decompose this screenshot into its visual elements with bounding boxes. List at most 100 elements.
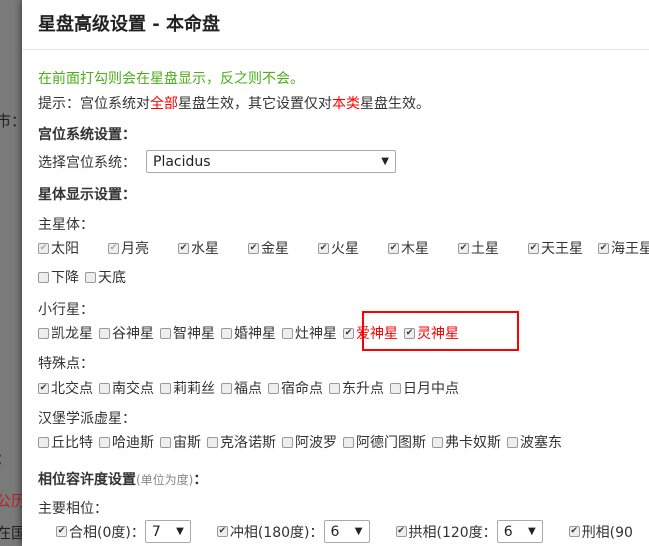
checkbox-icon[interactable]: ✔ — [388, 242, 399, 254]
checkbox-icon[interactable]: ✔ — [528, 242, 539, 254]
bg-text: 在国 — [0, 524, 24, 542]
checkbox-label: 宿命点 — [281, 381, 323, 397]
checkbox-北交点[interactable]: ✔ 北交点 — [38, 378, 93, 398]
dropdown-arrow-icon: ▼ — [381, 156, 389, 167]
checkbox-icon[interactable] — [282, 327, 293, 339]
checkbox-label: 北交点 — [51, 381, 93, 397]
checkbox-label: 谷神星 — [112, 326, 154, 342]
checkbox-icon[interactable]: ✔ — [38, 382, 49, 394]
checkbox-icon[interactable]: ✔ — [108, 242, 119, 254]
checkbox-icon[interactable] — [99, 382, 110, 394]
checkbox-icon[interactable] — [343, 436, 354, 448]
checkbox-icon[interactable] — [160, 382, 171, 394]
highlight-box — [362, 311, 519, 351]
checkbox-下降[interactable]: 下降 — [38, 267, 79, 287]
aspect-heading: 相位容许度设置(单位为度)： — [38, 472, 208, 488]
checkbox-label: 天底 — [98, 270, 126, 286]
checkbox-icon[interactable]: ✔ — [248, 242, 259, 254]
checkbox-label: 弗卡奴斯 — [445, 435, 501, 451]
checkbox-东升点[interactable]: 东升点 — [329, 378, 384, 398]
checkbox-哈迪斯[interactable]: 哈迪斯 — [99, 432, 154, 452]
checkbox-label: 莉莉丝 — [173, 381, 215, 397]
tip-text: 提示：宫位系统对全部星盘生效，其它设置仅对本类星盘生效。 — [38, 96, 430, 112]
bg-text: 公历 — [0, 492, 24, 510]
checkbox-谷神星[interactable]: 谷神星 — [99, 323, 154, 343]
checkbox-阿德门图斯[interactable]: 阿德门图斯 — [343, 432, 426, 452]
checkbox-火星[interactable]: ✔ 火星 — [318, 238, 388, 258]
checkbox-南交点[interactable]: 南交点 — [99, 378, 154, 398]
checkbox-icon[interactable] — [329, 382, 340, 394]
orb-select[interactable]: 6 ▼ — [496, 520, 543, 543]
checkbox-label: 水星 — [191, 241, 219, 257]
checkbox-icon[interactable] — [507, 436, 518, 448]
checkbox-icon[interactable]: ✔ — [216, 526, 228, 537]
checkbox-凯龙星[interactable]: 凯龙星 — [38, 323, 93, 343]
checkbox-icon[interactable]: ✔ — [395, 526, 407, 537]
checkbox-icon[interactable]: ✔ — [568, 526, 580, 537]
checkbox-icon[interactable] — [432, 436, 443, 448]
checkbox-波塞东[interactable]: 波塞东 — [507, 432, 562, 452]
house-heading: 宫位系统设置： — [38, 127, 136, 143]
checkbox-icon[interactable] — [99, 327, 110, 339]
checkbox-月亮[interactable]: ✔ 月亮 — [108, 238, 178, 258]
checkbox-福点[interactable]: 福点 — [221, 378, 262, 398]
checkbox-天底[interactable]: 天底 — [85, 267, 126, 287]
checkbox-icon[interactable] — [221, 382, 232, 394]
checkbox-弗卡奴斯[interactable]: 弗卡奴斯 — [432, 432, 501, 452]
checkbox-天王星[interactable]: ✔ 天王星 — [528, 238, 598, 258]
checkbox-icon[interactable] — [38, 327, 49, 339]
checkbox-海王星[interactable]: ✔ 海王星 — [598, 238, 649, 258]
checkbox-莉莉丝[interactable]: 莉莉丝 — [160, 378, 215, 398]
checkbox-智神星[interactable]: 智神星 — [160, 323, 215, 343]
checkbox-icon[interactable]: ✔ — [318, 242, 329, 254]
checkbox-icon[interactable]: ✔ — [178, 242, 189, 254]
checkbox-label: 阿波罗 — [295, 435, 337, 451]
checkbox-label: 婚神星 — [234, 326, 276, 342]
checkbox-克洛诺斯[interactable]: 克洛诺斯 — [207, 432, 276, 452]
checkbox-日月中点[interactable]: 日月中点 — [390, 378, 459, 398]
checkbox-icon[interactable]: ✔ — [38, 242, 49, 254]
checkbox-icon[interactable] — [221, 327, 232, 339]
checkbox-宿命点[interactable]: 宿命点 — [268, 378, 323, 398]
checkbox-label: 火星 — [331, 241, 359, 257]
checkbox-label: 东升点 — [342, 381, 384, 397]
checkbox-木星[interactable]: ✔ 木星 — [388, 238, 458, 258]
checkbox-阿波罗[interactable]: 阿波罗 — [282, 432, 337, 452]
checkbox-icon[interactable] — [85, 271, 96, 283]
checkbox-金星[interactable]: ✔ 金星 — [248, 238, 318, 258]
checkbox-icon[interactable] — [268, 382, 279, 394]
checkbox-icon[interactable]: ✔ — [598, 242, 609, 254]
checkbox-icon[interactable]: ✔ — [458, 242, 469, 254]
checkbox-icon[interactable] — [160, 436, 171, 448]
hamburg-label: 汉堡学派虚星： — [38, 411, 136, 427]
checkbox-label: 月亮 — [121, 241, 149, 257]
aspect-label: 冲相(180度)： — [229, 524, 324, 541]
checkbox-icon[interactable] — [282, 436, 293, 448]
house-system-select[interactable]: Placidus ▼ — [146, 150, 396, 173]
checkbox-icon[interactable] — [390, 382, 401, 394]
settings-modal: 星盘高级设置 - 本命盘 在前面打勾则会在星盘显示，反之则不会。 提示：宫位系统… — [22, 0, 649, 546]
checkbox-icon[interactable] — [38, 436, 49, 448]
checkbox-婚神星[interactable]: 婚神星 — [221, 323, 276, 343]
checkbox-icon[interactable] — [160, 327, 171, 339]
checkbox-水星[interactable]: ✔ 水星 — [178, 238, 248, 258]
checkbox-太阳[interactable]: ✔ 太阳 — [38, 238, 108, 258]
checkbox-灶神星[interactable]: 灶神星 — [282, 323, 337, 343]
checkbox-丘比特[interactable]: 丘比特 — [38, 432, 93, 452]
aspect-item: ✔ 拱相(120度： 6 ▼ — [395, 520, 543, 543]
checkbox-label: 灶神星 — [295, 326, 337, 342]
checkbox-土星[interactable]: ✔ 土星 — [458, 238, 528, 258]
checkbox-宙斯[interactable]: 宙斯 — [160, 432, 201, 452]
checkbox-icon[interactable] — [207, 436, 218, 448]
orb-select[interactable]: 6 ▼ — [323, 520, 370, 543]
orb-select[interactable]: 7 ▼ — [144, 520, 191, 543]
checkbox-label: 海王星 — [611, 241, 649, 257]
checkbox-icon[interactable] — [99, 436, 110, 448]
checkbox-icon[interactable] — [38, 271, 49, 283]
checkbox-icon[interactable]: ✔ — [56, 526, 67, 537]
aspect-label: 合相(0度)： — [69, 524, 145, 541]
dropdown-arrow-icon: ▼ — [176, 526, 184, 537]
house-label: 选择宫位系统： — [38, 154, 136, 171]
checkbox-icon[interactable]: ✔ — [343, 327, 354, 339]
checkbox-label: 日月中点 — [403, 381, 459, 397]
